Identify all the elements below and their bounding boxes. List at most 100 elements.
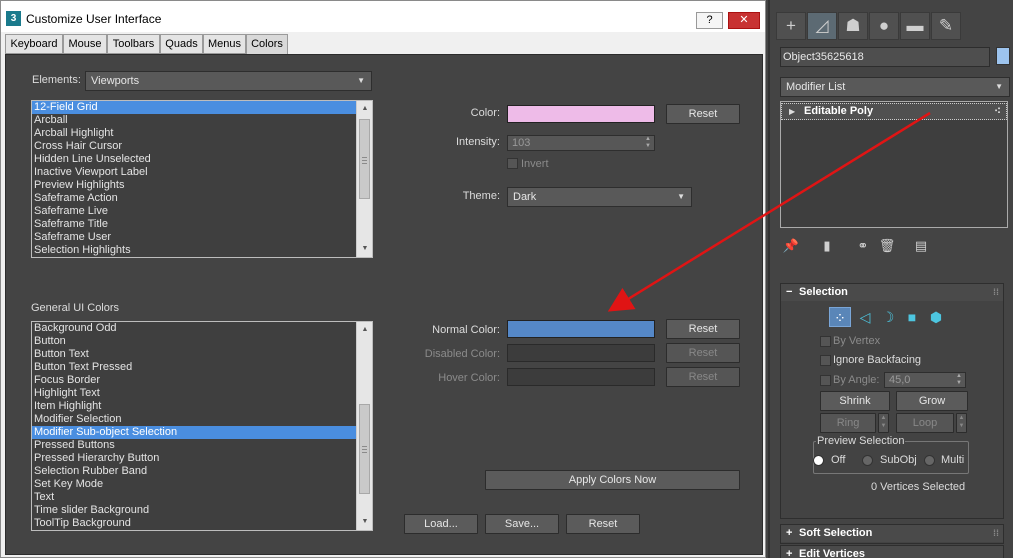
general-ui-color-list-item[interactable]: Focus Border <box>32 374 372 387</box>
tab-menus[interactable]: Menus <box>203 34 246 54</box>
spinner-arrows-icon[interactable]: ▲ ▼ <box>645 136 651 150</box>
drag-grip-icon[interactable]: ⁞⁞ <box>993 525 999 542</box>
collapse-minus-icon[interactable]: − <box>786 284 792 301</box>
elements-list-item[interactable]: 12-Field Grid <box>32 101 372 114</box>
footer-reset-button[interactable]: Reset <box>566 514 640 534</box>
invert-checkbox[interactable] <box>507 158 518 169</box>
elements-list-item[interactable]: Hidden Line Unselected <box>32 153 372 166</box>
scroll-down-icon[interactable]: ▼ <box>357 241 372 257</box>
scroll-down-icon[interactable]: ▼ <box>357 514 372 530</box>
angle-spinner[interactable]: 45,0 ▲ ▼ <box>884 372 966 388</box>
elements-dropdown[interactable]: Viewports ▼ <box>85 71 372 91</box>
intensity-spinner[interactable]: 103 ▲ ▼ <box>507 135 655 151</box>
modify-icon[interactable]: ◿ <box>807 12 837 40</box>
elements-listbox[interactable]: 12-Field Grid Arcball Arcball Highlight Cro… <box>31 100 373 258</box>
create-plus-icon[interactable]: + <box>776 12 806 40</box>
general-ui-colors-listbox[interactable]: Background Odd Button Button Text Button Te… <box>31 321 373 531</box>
general-ui-color-list-item[interactable]: Selection Rubber Band <box>32 465 372 478</box>
modifier-stack[interactable]: ▶ Editable Poly ⁖ <box>780 101 1008 228</box>
disabled-color-swatch[interactable] <box>507 344 655 362</box>
hover-color-swatch[interactable] <box>507 368 655 386</box>
elements-list-item[interactable]: Arcball <box>32 114 372 127</box>
remove-modifier-trash-icon[interactable]: 🗑 <box>878 237 896 255</box>
general-scrollbar[interactable]: ▲ ▼ <box>356 322 372 530</box>
elements-scrollbar[interactable]: ▲ ▼ <box>356 101 372 257</box>
hover-color-reset-button[interactable]: Reset <box>666 367 740 387</box>
polygon-mode-icon[interactable]: ■ <box>901 307 923 327</box>
object-name-input[interactable]: Object35625618 <box>780 47 990 67</box>
general-ui-color-list-item[interactable]: Highlight Text <box>32 387 372 400</box>
make-unique-icon[interactable]: ⚭ <box>854 237 872 255</box>
scroll-thumb[interactable] <box>359 119 370 199</box>
modifier-list-dropdown[interactable]: Modifier List ▼ <box>780 77 1010 97</box>
save-button[interactable]: Save... <box>485 514 559 534</box>
tab-toolbars[interactable]: Toolbars <box>107 34 160 54</box>
selection-rollout-header[interactable]: − Selection ⁞⁞ <box>781 284 1003 301</box>
scroll-up-icon[interactable]: ▲ <box>357 322 372 338</box>
general-ui-color-list-item[interactable]: Background Odd <box>32 322 372 335</box>
pin-stack-icon[interactable]: 📌 <box>782 237 800 255</box>
vertex-mode-icon[interactable]: ⁘ <box>829 307 851 327</box>
elements-list-item[interactable]: Preview Highlights <box>32 179 372 192</box>
color-swatch[interactable] <box>507 105 655 123</box>
preview-off-radio[interactable] <box>813 455 824 466</box>
general-ui-color-list-item[interactable]: Pressed Hierarchy Button <box>32 452 372 465</box>
elements-list-item[interactable]: Safeframe Action <box>32 192 372 205</box>
loop-button[interactable]: Loop <box>896 413 954 433</box>
display-icon[interactable]: ▬ <box>900 12 930 40</box>
close-button[interactable]: ✕ <box>728 12 760 29</box>
ignore-backfacing-checkbox[interactable] <box>820 355 831 366</box>
apply-colors-now-button[interactable]: Apply Colors Now <box>485 470 740 490</box>
general-ui-color-list-item[interactable]: Button Text <box>32 348 372 361</box>
edit-vertices-header[interactable]: + Edit Vertices <box>781 546 1003 558</box>
elements-list-item[interactable]: Safeframe Title <box>32 218 372 231</box>
utilities-wrench-icon[interactable]: ✎ <box>931 12 961 40</box>
general-ui-color-list-item[interactable]: Text <box>32 491 372 504</box>
load-button[interactable]: Load... <box>404 514 478 534</box>
general-ui-color-list-item[interactable]: Item Highlight <box>32 400 372 413</box>
element-mode-icon[interactable]: ⬢ <box>925 307 947 327</box>
loop-spinner-icon[interactable]: ▲ ▼ <box>956 413 967 433</box>
elements-list-item[interactable]: Inactive Viewport Label <box>32 166 372 179</box>
preview-subobj-radio[interactable] <box>862 455 873 466</box>
elements-list-item[interactable]: Safeframe Live <box>32 205 372 218</box>
normal-color-reset-button[interactable]: Reset <box>666 319 740 339</box>
by-vertex-checkbox[interactable] <box>820 336 831 347</box>
expand-triangle-icon[interactable]: ▶ <box>789 104 795 119</box>
expand-plus-icon[interactable]: + <box>786 525 792 542</box>
general-ui-color-list-item[interactable]: Modifier Selection <box>32 413 372 426</box>
motion-icon[interactable]: ● <box>869 12 899 40</box>
border-mode-icon[interactable]: ☽ <box>877 307 899 327</box>
color-reset-button[interactable]: Reset <box>666 104 740 124</box>
by-angle-checkbox[interactable] <box>820 375 831 386</box>
edit-vertices-rollout[interactable]: + Edit Vertices <box>780 545 1004 558</box>
drag-grip-icon[interactable]: ⁞⁞ <box>993 284 999 301</box>
ring-spinner-icon[interactable]: ▲ ▼ <box>878 413 889 433</box>
configure-sets-icon[interactable]: ▤ <box>912 237 930 255</box>
show-end-result-icon[interactable]: ▮ <box>818 237 836 255</box>
tab-mouse[interactable]: Mouse <box>63 34 107 54</box>
general-ui-color-list-item[interactable]: Button Text Pressed <box>32 361 372 374</box>
stack-item-editable-poly[interactable]: ▶ Editable Poly ⁖ <box>781 103 1007 120</box>
disabled-color-reset-button[interactable]: Reset <box>666 343 740 363</box>
grow-button[interactable]: Grow <box>896 391 968 411</box>
general-ui-color-list-item[interactable]: Pressed Buttons <box>32 439 372 452</box>
elements-list-item[interactable]: Safeframe User <box>32 231 372 244</box>
object-color-swatch[interactable] <box>996 47 1010 65</box>
normal-color-swatch[interactable] <box>507 320 655 338</box>
general-ui-color-list-item[interactable]: Time slider Background <box>32 504 372 517</box>
scroll-thumb[interactable] <box>359 404 370 494</box>
theme-dropdown[interactable]: Dark ▼ <box>507 187 692 207</box>
general-ui-color-list-item[interactable]: Modifier Sub-object Selection <box>32 426 372 439</box>
shrink-button[interactable]: Shrink <box>820 391 890 411</box>
expand-plus-icon[interactable]: + <box>786 546 792 558</box>
tab-colors[interactable]: Colors <box>246 34 288 56</box>
help-button[interactable]: ? <box>696 12 723 29</box>
preview-multi-radio[interactable] <box>924 455 935 466</box>
hierarchy-icon[interactable]: ☗ <box>838 12 868 40</box>
elements-list-item[interactable]: Arcball Highlight <box>32 127 372 140</box>
scroll-up-icon[interactable]: ▲ <box>357 101 372 117</box>
elements-list-item[interactable]: Selection Highlights <box>32 244 372 257</box>
tab-quads[interactable]: Quads <box>160 34 203 54</box>
edge-mode-icon[interactable]: ◁ <box>854 307 876 327</box>
